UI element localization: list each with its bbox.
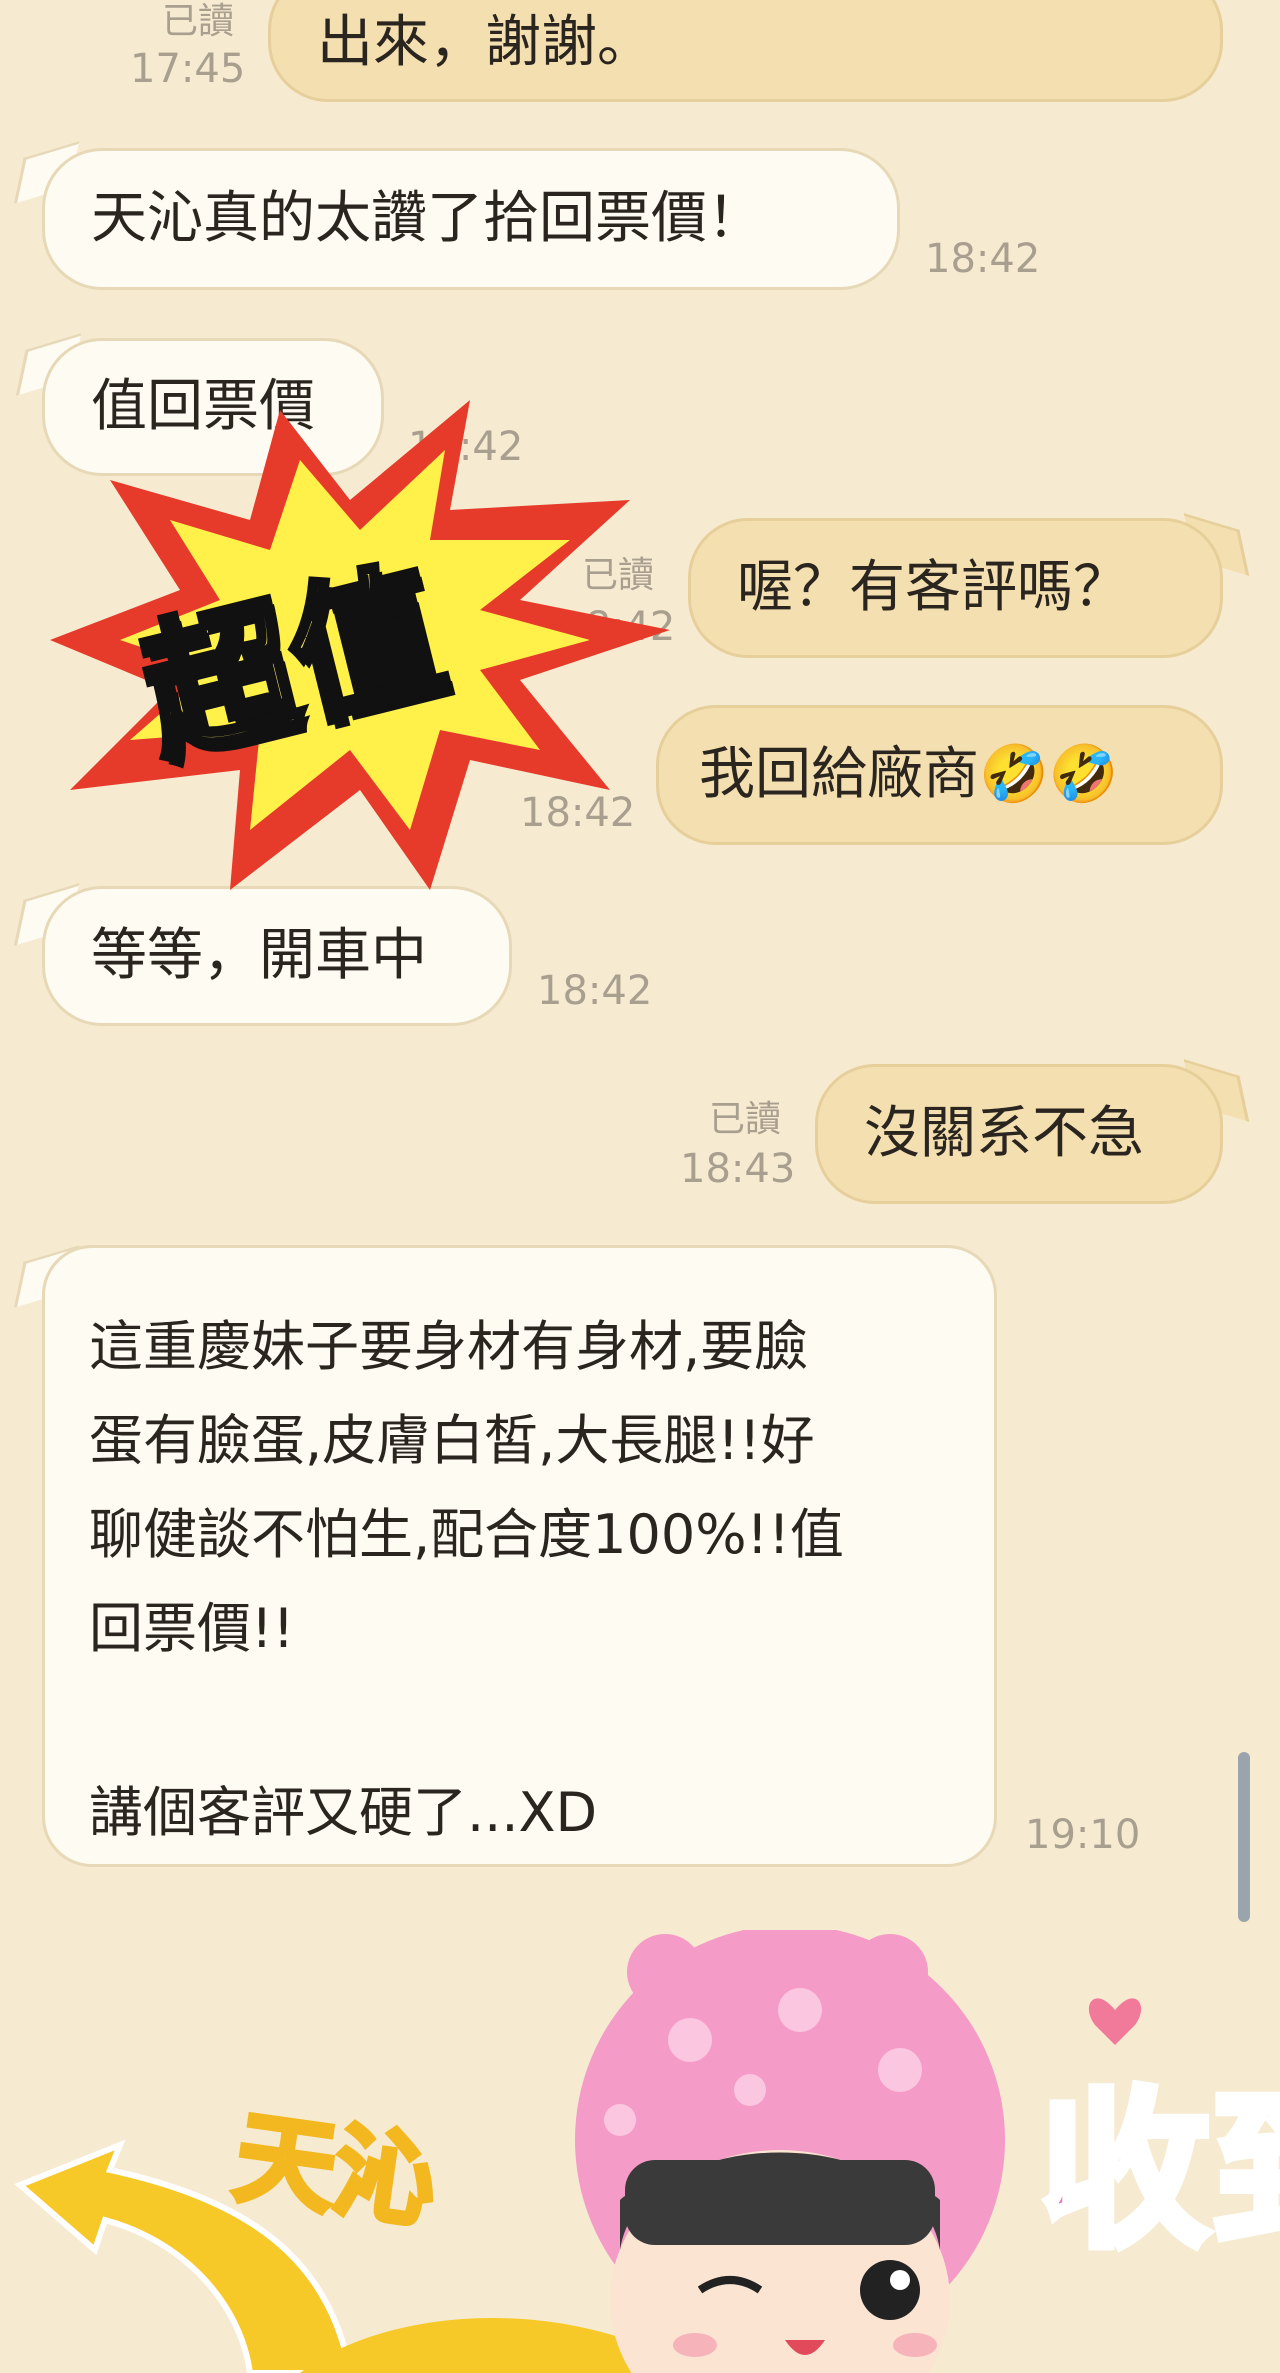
sticker-label-left: 天沁: [228, 2099, 442, 2243]
message-bubble-incoming-long[interactable]: 這重慶妹子要身材有身材,要臉 蛋有臉蛋,皮膚白皙,大長腿!!好 聊健談不怕生,配…: [42, 1245, 997, 1867]
message-bubble-outgoing[interactable]: 我回給廠商🤣🤣: [656, 705, 1223, 845]
message-text: 沒關系不急: [864, 1101, 1144, 1166]
message-timestamp: 17:45: [130, 46, 246, 92]
message-text: 天沁真的太讚了拾回票價！: [91, 186, 763, 251]
helmet-ear-left: [627, 1934, 703, 2010]
burst-sticker: 超值 超值: [50, 400, 670, 890]
scrollbar[interactable]: [1238, 1752, 1250, 1922]
read-receipt: 已讀: [162, 1, 235, 42]
helmet-dot: [668, 2018, 712, 2062]
message-text: 等等，開車中: [91, 923, 427, 988]
message-bubble-outgoing[interactable]: 出來，謝謝。: [268, 0, 1223, 102]
message-timestamp: 18:42: [925, 236, 1041, 282]
cheek: [893, 2333, 937, 2357]
read-receipt: 已讀: [709, 1099, 782, 1140]
helmet-dot: [734, 2074, 766, 2106]
message-line: 蛋有臉蛋,皮膚白皙,大長腿!!好: [89, 1409, 815, 1472]
open-eye: [860, 2260, 920, 2320]
message-line: 這重慶妹子要身材有身材,要臉: [89, 1315, 809, 1378]
message-text: 出來，謝謝。: [317, 10, 653, 75]
message-line: 回票價!!: [89, 1597, 295, 1660]
helmet-dot: [604, 2104, 636, 2136]
message-timestamp: 19:10: [1025, 1812, 1141, 1858]
helmet-ear-right: [852, 1934, 928, 2010]
message-timestamp: 18:42: [537, 968, 653, 1014]
eye-highlight: [890, 2270, 910, 2290]
sticker-label-right: 收到: [1040, 2073, 1280, 2271]
heart-icon: [1088, 1998, 1142, 2045]
message-text: 喔？有客評嗎？: [737, 555, 1129, 620]
helmet-dot: [878, 2048, 922, 2092]
character-sticker: 天沁 收到: [14, 1930, 1280, 2373]
chat-window: 出來，謝謝。 已讀 17:45 天沁真的太讚了拾回票價！ 18:42 值回票價 …: [0, 0, 1280, 2373]
cheek: [673, 2333, 717, 2357]
message-line: 講個客評又硬了...XD: [89, 1781, 598, 1844]
message-text: 我回給廠商🤣🤣: [699, 742, 1119, 807]
message-line: 聊健談不怕生,配合度100%!!值: [89, 1503, 844, 1566]
message-timestamp: 18:43: [680, 1146, 796, 1192]
helmet-dot: [778, 1988, 822, 2032]
bangs-block: [625, 2160, 935, 2245]
message-bubble-outgoing[interactable]: 沒關系不急: [815, 1064, 1223, 1204]
message-bubble-incoming[interactable]: 天沁真的太讚了拾回票價！: [42, 148, 900, 290]
message-bubble-outgoing[interactable]: 喔？有客評嗎？: [688, 518, 1223, 658]
